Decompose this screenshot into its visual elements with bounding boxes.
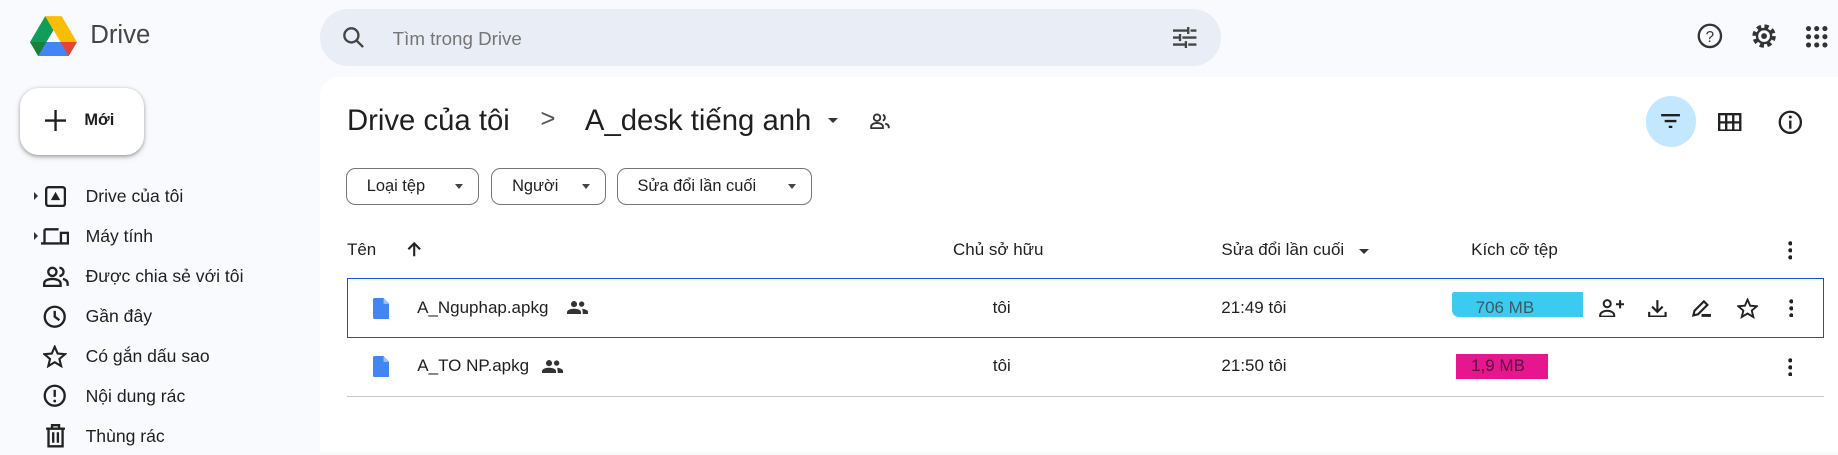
more-vert-icon[interactable] (1781, 239, 1800, 262)
filter-people-label: Người (512, 176, 559, 195)
chevron-down-icon (788, 183, 797, 190)
sidebar-item-label: Drive của tôi (85, 186, 184, 207)
star-icon[interactable] (1736, 296, 1759, 319)
file-icon (372, 355, 391, 378)
filter-icon (1661, 114, 1681, 129)
file-name[interactable]: A_TO NP.apkg (417, 356, 529, 376)
spam-icon (43, 384, 67, 408)
file-size: 706 MB (1475, 297, 1535, 317)
shared-icon (43, 265, 70, 288)
more-vert-icon[interactable] (1781, 355, 1800, 378)
filter-type[interactable]: Loại tệp (345, 167, 480, 206)
breadcrumb-root[interactable]: Drive của tôi (347, 104, 510, 138)
shared-icon (567, 299, 589, 315)
file-size: 1,9 MB (1471, 356, 1525, 376)
search-options-icon[interactable] (1172, 25, 1198, 51)
sidebar-item-label: Nội dung rác (85, 385, 186, 406)
file-owner: tôi (992, 356, 1011, 376)
file-owner: tôi (992, 297, 1011, 317)
my-drive-icon (43, 185, 66, 208)
filter-modified-label: Sửa đổi lần cuối (637, 176, 757, 195)
column-header-owner[interactable]: Chủ sở hữu (953, 240, 1044, 260)
sidebar-item-recent[interactable]: Gần đây (0, 298, 305, 336)
sidebar-item-label: Có gắn dấu sao (85, 345, 210, 366)
help-icon[interactable]: ? (1696, 22, 1724, 50)
breadcrumb-separator: > (540, 105, 556, 134)
svg-text:?: ? (1706, 29, 1714, 46)
download-icon[interactable] (1646, 296, 1669, 319)
apps-icon[interactable] (1804, 23, 1830, 49)
folder-menu-caret-icon[interactable] (827, 118, 838, 124)
column-header-size[interactable]: Kích cỡ tệp (1471, 240, 1558, 260)
chevron-down-icon (455, 183, 464, 190)
shared-icon (541, 358, 563, 374)
chevron-down-icon (581, 183, 590, 190)
sidebar-item-spam[interactable]: Nội dung rác (0, 377, 305, 415)
settings-icon[interactable] (1750, 22, 1778, 50)
filter-modified[interactable]: Sửa đổi lần cuối (616, 167, 813, 206)
file-name[interactable]: A_Nguphap.apkg (417, 298, 548, 318)
sort-caret-icon[interactable] (1358, 248, 1369, 254)
filter-people[interactable]: Người (491, 167, 607, 206)
computer-icon (41, 226, 70, 247)
rename-icon[interactable] (1690, 296, 1713, 319)
search-bar[interactable] (320, 9, 1222, 66)
filter-toggle-button[interactable] (1645, 96, 1697, 147)
info-icon[interactable] (1777, 109, 1803, 135)
shared-folder-icon (869, 110, 892, 131)
plus-icon (43, 109, 66, 132)
sidebar-item-my-drive[interactable]: Drive của tôi (0, 178, 305, 216)
sidebar-item-shared[interactable]: Được chia sẻ với tôi (0, 258, 305, 296)
table-row[interactable]: A_TO NP.apkg tôi 21:50 tôi 1,9 MB (346, 338, 1824, 398)
sidebar-item-trash[interactable]: Thùng rác (0, 417, 305, 455)
sidebar-item-label: Thùng rác (85, 425, 165, 446)
app-name: Drive (90, 21, 151, 50)
column-header-modified[interactable]: Sửa đổi lần cuối (1221, 240, 1344, 260)
filter-type-label: Loại tệp (366, 176, 426, 195)
drive-logo-icon[interactable] (30, 14, 78, 59)
grid-view-icon[interactable] (1717, 109, 1743, 135)
column-header-name[interactable]: Tên (347, 240, 376, 260)
sort-ascending-icon[interactable] (404, 240, 423, 259)
star-icon (43, 344, 67, 368)
breadcrumb-current[interactable]: A_desk tiếng anh (585, 104, 811, 138)
table-row[interactable]: A_Nguphap.apkg tôi 21:49 tôi 706 MB (346, 277, 1824, 338)
more-vert-icon[interactable] (1782, 296, 1801, 319)
sidebar-item-label: Máy tính (85, 226, 153, 247)
search-input[interactable] (390, 23, 1122, 54)
sidebar-item-label: Được chia sẻ với tôi (85, 266, 244, 287)
file-modified: 21:50 tôi (1221, 356, 1287, 376)
sidebar-item-computers[interactable]: Máy tính (0, 218, 305, 256)
file-modified: 21:49 tôi (1221, 297, 1287, 317)
share-icon[interactable] (1598, 296, 1625, 319)
file-icon (371, 296, 390, 319)
expand-arrow-icon[interactable] (33, 192, 39, 201)
sidebar-item-label: Gần đây (85, 305, 153, 326)
clock-icon (43, 305, 67, 328)
sidebar-item-starred[interactable]: Có gắn dấu sao (0, 338, 305, 376)
expand-arrow-icon[interactable] (33, 232, 39, 241)
new-button-label: Mới (84, 111, 115, 130)
trash-icon (43, 424, 66, 448)
search-icon[interactable] (341, 25, 367, 51)
new-button[interactable]: Mới (19, 87, 145, 155)
